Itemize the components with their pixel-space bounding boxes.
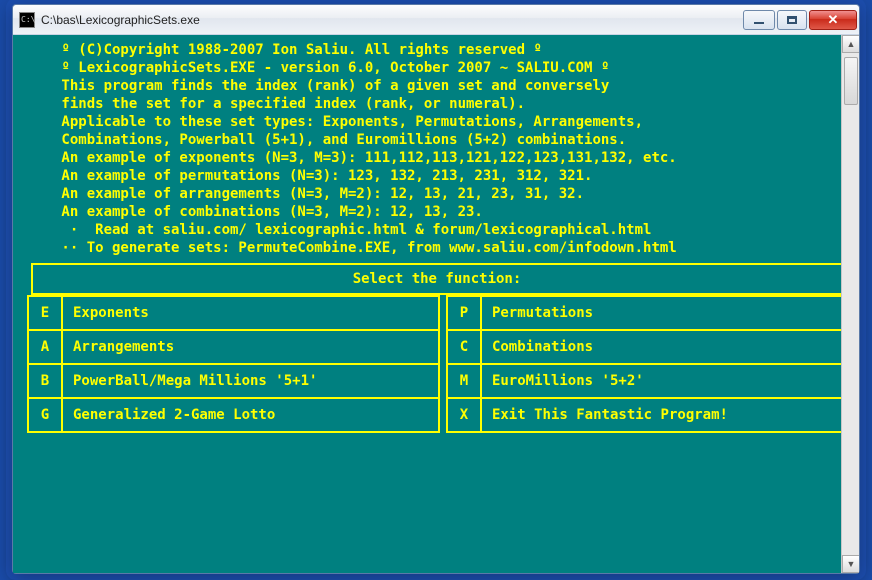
menu-gap (439, 398, 447, 432)
console-line: ·· To generate sets: PermuteCombine.EXE,… (23, 239, 831, 257)
window-title: C:\bas\LexicographicSets.exe (41, 13, 741, 27)
menu-gap (439, 364, 447, 398)
scroll-down-button[interactable]: ▼ (842, 555, 859, 573)
scroll-up-button[interactable]: ▲ (842, 35, 859, 53)
menu-area: Select the function: EExponentsPPermutat… (27, 263, 847, 433)
menu-row: AArrangementsCCombinations (28, 330, 846, 364)
console-line: Combinations, Powerball (5+1), and Eurom… (23, 131, 831, 149)
menu-key-right[interactable]: X (447, 398, 481, 432)
menu-key-left[interactable]: B (28, 364, 62, 398)
app-window: C:\bas\LexicographicSets.exe ✕ º (C)Copy… (12, 4, 860, 574)
menu-key-right[interactable]: P (447, 296, 481, 330)
minimize-icon (754, 22, 764, 24)
menu-row: BPowerBall/Mega Millions '5+1'MEuroMilli… (28, 364, 846, 398)
menu-label-right[interactable]: Exit This Fantastic Program! (481, 398, 846, 432)
console-line: · Read at saliu.com/ lexicographic.html … (23, 221, 831, 239)
console-client-area: º (C)Copyright 1988-2007 Ion Saliu. All … (13, 35, 859, 573)
menu-title: Select the function: (31, 263, 843, 295)
menu-key-left[interactable]: G (28, 398, 62, 432)
menu-label-right[interactable]: Combinations (481, 330, 846, 364)
menu-gap (439, 330, 447, 364)
menu-label-left[interactable]: Generalized 2-Game Lotto (62, 398, 439, 432)
console-line: Applicable to these set types: Exponents… (23, 113, 831, 131)
menu-row: GGeneralized 2-Game LottoXExit This Fant… (28, 398, 846, 432)
maximize-button[interactable] (777, 10, 807, 30)
app-icon (19, 12, 35, 28)
menu-row: EExponentsPPermutations (28, 296, 846, 330)
console-output: º (C)Copyright 1988-2007 Ion Saliu. All … (23, 41, 851, 257)
menu-key-right[interactable]: M (447, 364, 481, 398)
console-line: An example of arrangements (N=3, M=2): 1… (23, 185, 831, 203)
titlebar[interactable]: C:\bas\LexicographicSets.exe ✕ (13, 5, 859, 35)
console-line: º (C)Copyright 1988-2007 Ion Saliu. All … (23, 41, 831, 59)
menu-label-right[interactable]: Permutations (481, 296, 846, 330)
window-controls: ✕ (741, 10, 857, 30)
menu-key-right[interactable]: C (447, 330, 481, 364)
close-icon: ✕ (828, 13, 839, 26)
console-line: This program finds the index (rank) of a… (23, 77, 831, 95)
scroll-thumb[interactable] (844, 57, 858, 105)
menu-label-left[interactable]: Exponents (62, 296, 439, 330)
vertical-scrollbar[interactable]: ▲ ▼ (841, 35, 859, 573)
menu-label-left[interactable]: Arrangements (62, 330, 439, 364)
menu-table: EExponentsPPermutationsAArrangementsCCom… (27, 295, 847, 433)
console-line: º LexicographicSets.EXE - version 6.0, O… (23, 59, 831, 77)
console-line: finds the set for a specified index (ran… (23, 95, 831, 113)
menu-gap (439, 296, 447, 330)
console-line: An example of combinations (N=3, M=2): 1… (23, 203, 831, 221)
maximize-icon (787, 16, 797, 24)
console-line: An example of permutations (N=3): 123, 1… (23, 167, 831, 185)
console-line: An example of exponents (N=3, M=3): 111,… (23, 149, 831, 167)
menu-label-right[interactable]: EuroMillions '5+2' (481, 364, 846, 398)
close-button[interactable]: ✕ (809, 10, 857, 30)
menu-key-left[interactable]: E (28, 296, 62, 330)
menu-key-left[interactable]: A (28, 330, 62, 364)
menu-label-left[interactable]: PowerBall/Mega Millions '5+1' (62, 364, 439, 398)
minimize-button[interactable] (743, 10, 775, 30)
